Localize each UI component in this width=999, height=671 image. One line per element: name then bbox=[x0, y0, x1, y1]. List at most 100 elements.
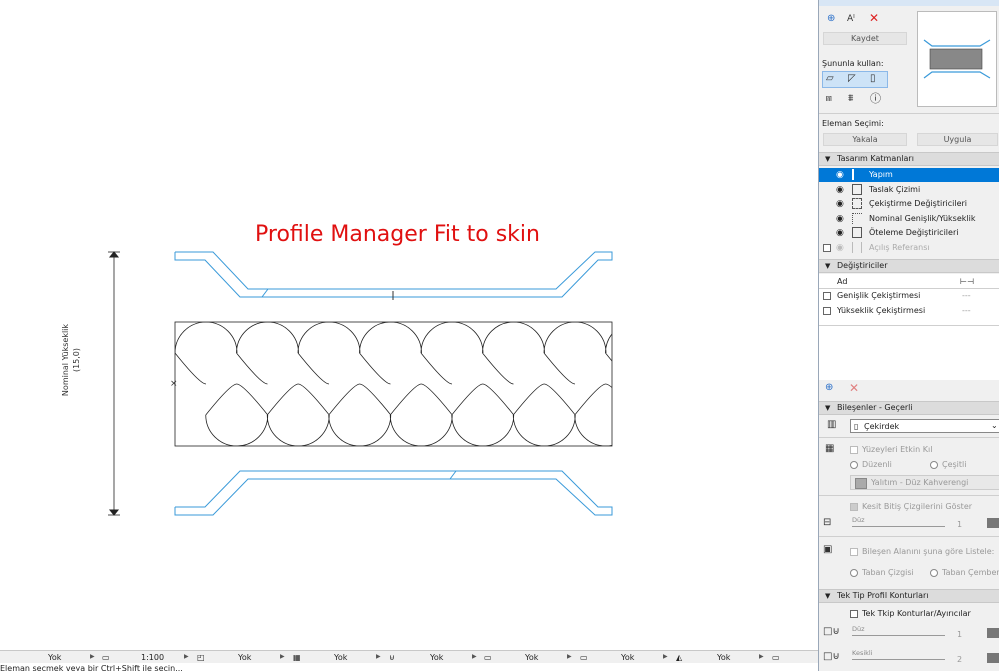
separator-line-icon: □⊍ bbox=[823, 651, 840, 662]
drawing-title: Profile Manager Fit to skin bbox=[255, 222, 540, 247]
core-insulation bbox=[174, 321, 613, 447]
component-select[interactable]: ▯ Çekirdek ⌄ bbox=[850, 419, 999, 433]
status-arrow-icon[interactable]: ▶ bbox=[184, 653, 189, 660]
sununla-kullan-label: Şununla kullan: bbox=[822, 59, 884, 68]
duzenli-label: Düzenli bbox=[862, 460, 892, 469]
insulation-pattern bbox=[175, 322, 612, 446]
status-arrow-icon[interactable]: ▶ bbox=[759, 653, 764, 660]
tek-tip-checkbox[interactable] bbox=[850, 610, 858, 618]
taban-cemberi-radio[interactable] bbox=[930, 569, 938, 577]
section-components[interactable]: ▼ Bileşenler - Geçerli bbox=[819, 401, 999, 415]
stretch-modifier-icon bbox=[852, 198, 862, 209]
pen-number[interactable]: 1 bbox=[957, 630, 962, 639]
status-arrow-icon[interactable]: ▶ bbox=[663, 653, 668, 660]
status-arrow-icon[interactable]: ▶ bbox=[90, 653, 95, 660]
status-grid[interactable]: Yok bbox=[334, 652, 347, 663]
status-arrow-icon[interactable]: ▶ bbox=[280, 653, 285, 660]
modifiers-list bbox=[819, 274, 999, 380]
material-select[interactable]: Yalıtım - Düz Kahverengi bbox=[850, 475, 999, 490]
preview-image bbox=[923, 39, 991, 79]
section-design-layers[interactable]: ▼ Tasarım Katmanları bbox=[819, 152, 999, 166]
handrail-icon[interactable]: ⩩ bbox=[848, 93, 853, 105]
taban-cemberi-label: Taban Çemberi bbox=[942, 568, 999, 577]
rename-icon[interactable]: Aᴵ bbox=[847, 13, 855, 25]
surface-icon: ▦ bbox=[825, 443, 835, 454]
pen-color[interactable] bbox=[987, 653, 999, 663]
status-pen[interactable]: Yok bbox=[430, 652, 443, 663]
layer-item[interactable]: ◉ Yapım bbox=[819, 168, 999, 182]
eye-icon[interactable]: ◉ bbox=[836, 185, 844, 195]
taban-cizgisi-radio[interactable] bbox=[850, 569, 858, 577]
panel-top-bar bbox=[819, 0, 999, 6]
eye-icon[interactable]: ◉ bbox=[836, 214, 844, 224]
status-scale[interactable]: 1:100 bbox=[141, 652, 164, 663]
construction-icon bbox=[852, 169, 864, 180]
modifier-value: --- bbox=[962, 306, 971, 315]
scale-icon: ▭ bbox=[102, 653, 110, 662]
drawing-canvas[interactable]: × Profile Manager Fit to skin Nominal Yü… bbox=[0, 0, 818, 650]
modifier-checkbox[interactable] bbox=[823, 292, 831, 300]
line-type-field[interactable]: Düz bbox=[852, 624, 945, 636]
status-arrow-icon[interactable]: ▶ bbox=[472, 653, 477, 660]
status-arrow-icon[interactable]: ▶ bbox=[567, 653, 572, 660]
delete-icon[interactable]: ✕ bbox=[869, 12, 879, 24]
line-type-field[interactable]: Düz bbox=[852, 515, 945, 527]
modifiers-col-name: Ad bbox=[837, 277, 848, 286]
taban-cizgisi-label: Taban Çizgisi bbox=[862, 568, 914, 577]
bottom-skin bbox=[174, 470, 613, 516]
railing-icon[interactable]: ⩎ bbox=[826, 93, 832, 105]
offset-modifier-icon bbox=[852, 227, 862, 238]
svg-text:×: × bbox=[170, 379, 178, 389]
layer-item[interactable]: ◉ Taslak Çizimi bbox=[819, 183, 999, 197]
view-icon: ◰ bbox=[197, 653, 205, 662]
eye-icon[interactable]: ◉ bbox=[836, 199, 844, 209]
kaydet-button[interactable]: Kaydet bbox=[823, 32, 907, 45]
chevron-down-icon: ⌄ bbox=[991, 421, 998, 430]
status-structure[interactable]: Yok bbox=[717, 652, 730, 663]
yuzeyleri-checkbox[interactable] bbox=[850, 446, 858, 454]
status-view[interactable]: Yok bbox=[238, 652, 251, 663]
status-display[interactable]: Yok bbox=[525, 652, 538, 663]
column-icon[interactable]: ▯ bbox=[870, 73, 876, 85]
status-arrow-icon[interactable]: ▶ bbox=[376, 653, 381, 660]
eye-icon[interactable]: ◉ bbox=[836, 243, 844, 253]
sketch-icon bbox=[852, 184, 862, 195]
section-contours[interactable]: ▼ Tek Tip Profil Konturları bbox=[819, 589, 999, 603]
duzenli-radio[interactable] bbox=[850, 461, 858, 469]
yakala-button[interactable]: Yakala bbox=[823, 133, 907, 146]
eleman-secimi-label: Eleman Seçimi: bbox=[822, 119, 884, 128]
layer-item[interactable]: ◉ Nominal Genişlik/Yükseklik bbox=[819, 212, 999, 226]
beam-icon[interactable]: ◸ bbox=[848, 73, 856, 85]
pen-color[interactable] bbox=[987, 628, 999, 638]
pen-icon: ⊍ bbox=[389, 653, 395, 662]
section-modifiers[interactable]: ▼ Değiştiriciler bbox=[819, 259, 999, 273]
collapse-icon: ▼ bbox=[825, 155, 831, 163]
cesitli-radio[interactable] bbox=[930, 461, 938, 469]
pen-number[interactable]: 2 bbox=[957, 655, 962, 664]
modifier-checkbox[interactable] bbox=[823, 307, 831, 315]
pen-color[interactable] bbox=[987, 518, 999, 528]
model-icon: ▭ bbox=[772, 653, 780, 662]
layer-item[interactable]: ◉ Öteleme Değiştiricileri bbox=[819, 226, 999, 240]
stretch-col-icon: ⊢⊣ bbox=[960, 277, 974, 286]
add-modifier-icon[interactable]: ⊕ bbox=[825, 382, 833, 394]
status-renovation[interactable]: Yok bbox=[621, 652, 634, 663]
line-type-field[interactable]: Kesikli bbox=[852, 648, 945, 660]
eye-icon[interactable]: ◉ bbox=[836, 228, 844, 238]
layer-item[interactable]: ◉ Açılış Referansı bbox=[819, 241, 999, 255]
uygula-button[interactable]: Uygula bbox=[917, 133, 998, 146]
delete-modifier-icon[interactable]: ✕ bbox=[849, 382, 859, 394]
pen-number[interactable]: 1 bbox=[957, 520, 962, 529]
layer-item[interactable]: ◉ Çekiştirme Değiştiricileri bbox=[819, 197, 999, 211]
eye-icon[interactable]: ◉ bbox=[836, 170, 844, 180]
core-icon: ▯ bbox=[854, 422, 859, 431]
kesit-checkbox[interactable] bbox=[850, 503, 858, 511]
layer-checkbox[interactable] bbox=[823, 244, 831, 252]
add-profile-icon[interactable]: ⊕ bbox=[827, 13, 835, 25]
profile-drawing: × bbox=[108, 251, 613, 516]
bilesen-checkbox[interactable] bbox=[850, 548, 858, 556]
top-skin bbox=[174, 251, 613, 300]
info-icon[interactable]: ⓘ bbox=[870, 93, 881, 105]
wall-icon[interactable]: ▱ bbox=[826, 73, 834, 85]
status-layer[interactable]: Yok bbox=[48, 652, 61, 663]
